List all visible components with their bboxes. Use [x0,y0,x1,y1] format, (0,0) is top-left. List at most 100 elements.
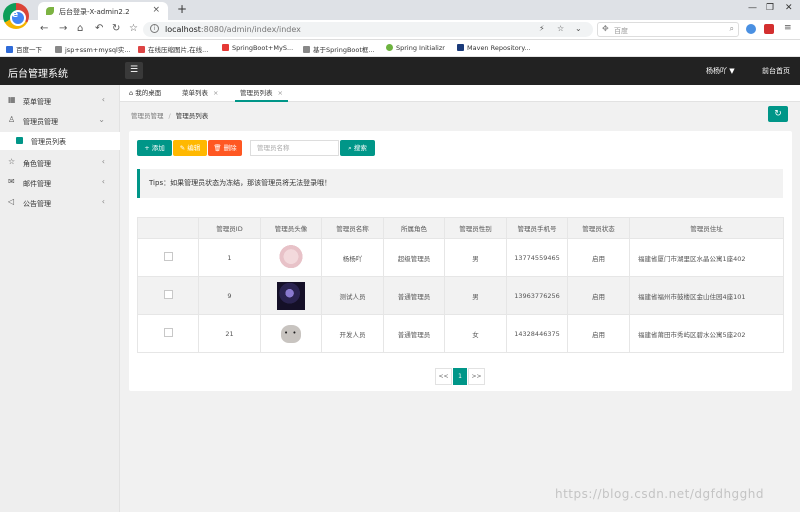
tab-desktop[interactable]: ⌂ 我的桌面 [129,85,161,102]
table-row[interactable]: 1 杨杨吖 超级管理员 男 13774559465 启用 福建省厦门市湖里区水晶… [137,238,784,277]
bookmark-item[interactable]: 在线压缩图片,在线... [138,44,208,54]
sidebar-subitem-admin-list[interactable]: 管理员列表 [0,132,120,150]
bookmark-item[interactable]: 百度一下 [6,44,42,54]
search-button[interactable]: ⌕ 搜索 [340,140,375,156]
menu-toggle-icon[interactable]: ☰ [125,62,143,79]
search-icon[interactable]: ⌕ [730,24,734,34]
pagination-current[interactable]: 1 [453,368,467,385]
mail-icon: ✉ [8,177,15,186]
table-row[interactable]: 21 开发人员 普通管理员 女 14328446375 启用 福建省莆田市秀屿区… [137,314,784,353]
delete-button[interactable]: 🗑 删除 [208,140,242,156]
sidebar-item-mail[interactable]: ✉ 邮件管理 ‹ [0,172,120,192]
avatar [277,281,305,310]
new-tab-button[interactable]: + [177,2,187,16]
chevron-down-icon: ⌄ [98,115,105,124]
frontend-home-link[interactable]: 前台首页 [762,66,790,76]
home-icon[interactable]: ⌂ [77,23,83,34]
column-header: 所属角色 [383,217,445,239]
admin-gender: 女 [444,314,507,353]
address-bar[interactable]: i localhost:8080/admin/index/index ⚡ ☆ ⌄ [143,22,593,37]
sidebar-item-label: 角色管理 [23,160,51,168]
back-icon[interactable]: ← [40,23,48,34]
admin-name: 开发人员 [321,314,384,353]
user-icon: ♙ [8,115,16,124]
app-title: 后台管理系统 [8,69,68,80]
pagination-prev[interactable]: << [435,368,452,385]
sidebar-item-label: 管理员管理 [23,118,58,126]
bookmarks-bar: 百度一下 jsp+ssm+mysql实... 在线压缩图片,在线... Spri… [0,40,800,57]
row-checkbox[interactable] [163,290,173,299]
table-row[interactable]: 9 测试人员 普通管理员 男 13963776256 启用 福建省福州市鼓楼区金… [137,276,784,315]
forward-icon[interactable]: → [59,23,67,34]
app-header: 后台管理系统 ☰ 杨杨吖 ▼ 前台首页 [0,57,800,85]
tab-menu-list[interactable]: 菜单列表 × [182,85,218,102]
bookmark-item[interactable]: 基于SpringBoot框... [303,44,375,54]
bookmark-item[interactable]: SpringBoot+MyS... [222,44,293,52]
sidebar-item-notice[interactable]: ◁ 公告管理 ‹ [0,192,120,212]
tips-banner: Tips：如果管理员状态为冻结，那该管理员将无法登录哦！ [137,169,783,198]
bookmark-star-icon[interactable]: ☆ [129,23,138,34]
admin-address: 福建省福州市鼓楼区金山住园4座101 [629,276,784,315]
favorite-star-icon[interactable]: ☆ [557,24,564,33]
avatar [277,319,305,348]
admin-id: 9 [198,276,261,315]
sidebar-item-label: 菜单管理 [23,98,51,106]
menu-icon[interactable]: ≡ [784,23,792,33]
admin-gender: 男 [444,276,507,315]
row-checkbox[interactable] [163,328,173,337]
browser-tab-strip: 后台登录-X-admin2.2 × + — ❐ ✕ [0,0,800,20]
watermark: https://blog.csdn.net/dgfdhgghd [555,487,764,501]
admin-id: 21 [198,314,261,353]
bookmark-item[interactable]: Maven Repository... [457,44,530,52]
admin-role: 普通管理员 [383,314,445,353]
browser-navbar: ← → ⌂ ↶ ↻ ☆ i localhost:8080/admin/index… [0,20,800,40]
info-icon[interactable]: i [150,24,159,33]
add-button[interactable]: + 添加 [137,140,172,156]
chevron-left-icon: ‹ [101,177,105,186]
bookmark-item[interactable]: Spring Initializr [386,44,445,52]
minimize-icon[interactable]: — [748,3,757,13]
dropdown-chevron-icon[interactable]: ⌄ [575,24,582,33]
column-header: 管理员手机号 [506,217,568,239]
close-tab-icon[interactable]: × [152,5,160,15]
user-menu[interactable]: 杨杨吖 ▼ [706,66,735,76]
browser-logo-icon: e [3,3,29,29]
star-icon: ☆ [8,157,16,166]
column-header: 管理员名称 [321,217,384,239]
column-header: 管理员性别 [444,217,507,239]
refresh-button[interactable]: ↻ [768,106,788,122]
close-icon[interactable]: × [278,89,283,97]
sidebar-item-label: 邮件管理 [23,180,51,188]
admin-name: 杨杨吖 [321,238,384,277]
speaker-icon: ◁ [8,197,15,206]
admin-name-search-input[interactable]: 管理员名称 [250,140,339,156]
status-badge[interactable]: 启用 [567,276,630,315]
status-badge[interactable]: 启用 [567,238,630,277]
column-header: 管理员住址 [629,217,784,239]
close-icon[interactable]: × [213,89,218,97]
browser-search-box[interactable]: ✥ 百度 ⌕ [597,22,739,37]
column-header [137,217,199,239]
address-url: localhost:8080/admin/index/index [165,25,301,34]
sidebar-item-menu[interactable]: ▦ 菜单管理 ‹ [0,90,120,110]
window-close-icon[interactable]: ✕ [785,3,793,13]
bookmark-item[interactable]: jsp+ssm+mysql实... [55,44,131,54]
status-badge[interactable]: 启用 [567,314,630,353]
pagination-next[interactable]: >> [468,368,485,385]
breadcrumb-parent[interactable]: 管理员管理 [131,112,164,120]
tab-admin-list[interactable]: 管理员列表 × [235,85,288,102]
admin-role: 普通管理员 [383,276,445,315]
edit-button[interactable]: ✎ 编辑 [173,140,207,156]
restore-icon[interactable]: ❐ [766,3,774,13]
sidebar-item-admin[interactable]: ♙ 管理员管理 ⌄ [0,110,120,130]
browser-tab[interactable]: 后台登录-X-admin2.2 × [38,2,168,20]
row-checkbox[interactable] [163,252,173,261]
extension-red-icon[interactable] [764,24,774,34]
lightning-icon[interactable]: ⚡ [539,24,545,33]
reload-icon[interactable]: ↻ [112,23,120,34]
undo-icon[interactable]: ↶ [95,23,103,34]
browser-tab-title: 后台登录-X-admin2.2 [59,8,130,16]
page-tabs: ⌂ 我的桌面 菜单列表 × 管理员列表 × [120,85,800,102]
extension-icon[interactable] [746,24,756,34]
sidebar-item-role[interactable]: ☆ 角色管理 ‹ [0,152,120,172]
